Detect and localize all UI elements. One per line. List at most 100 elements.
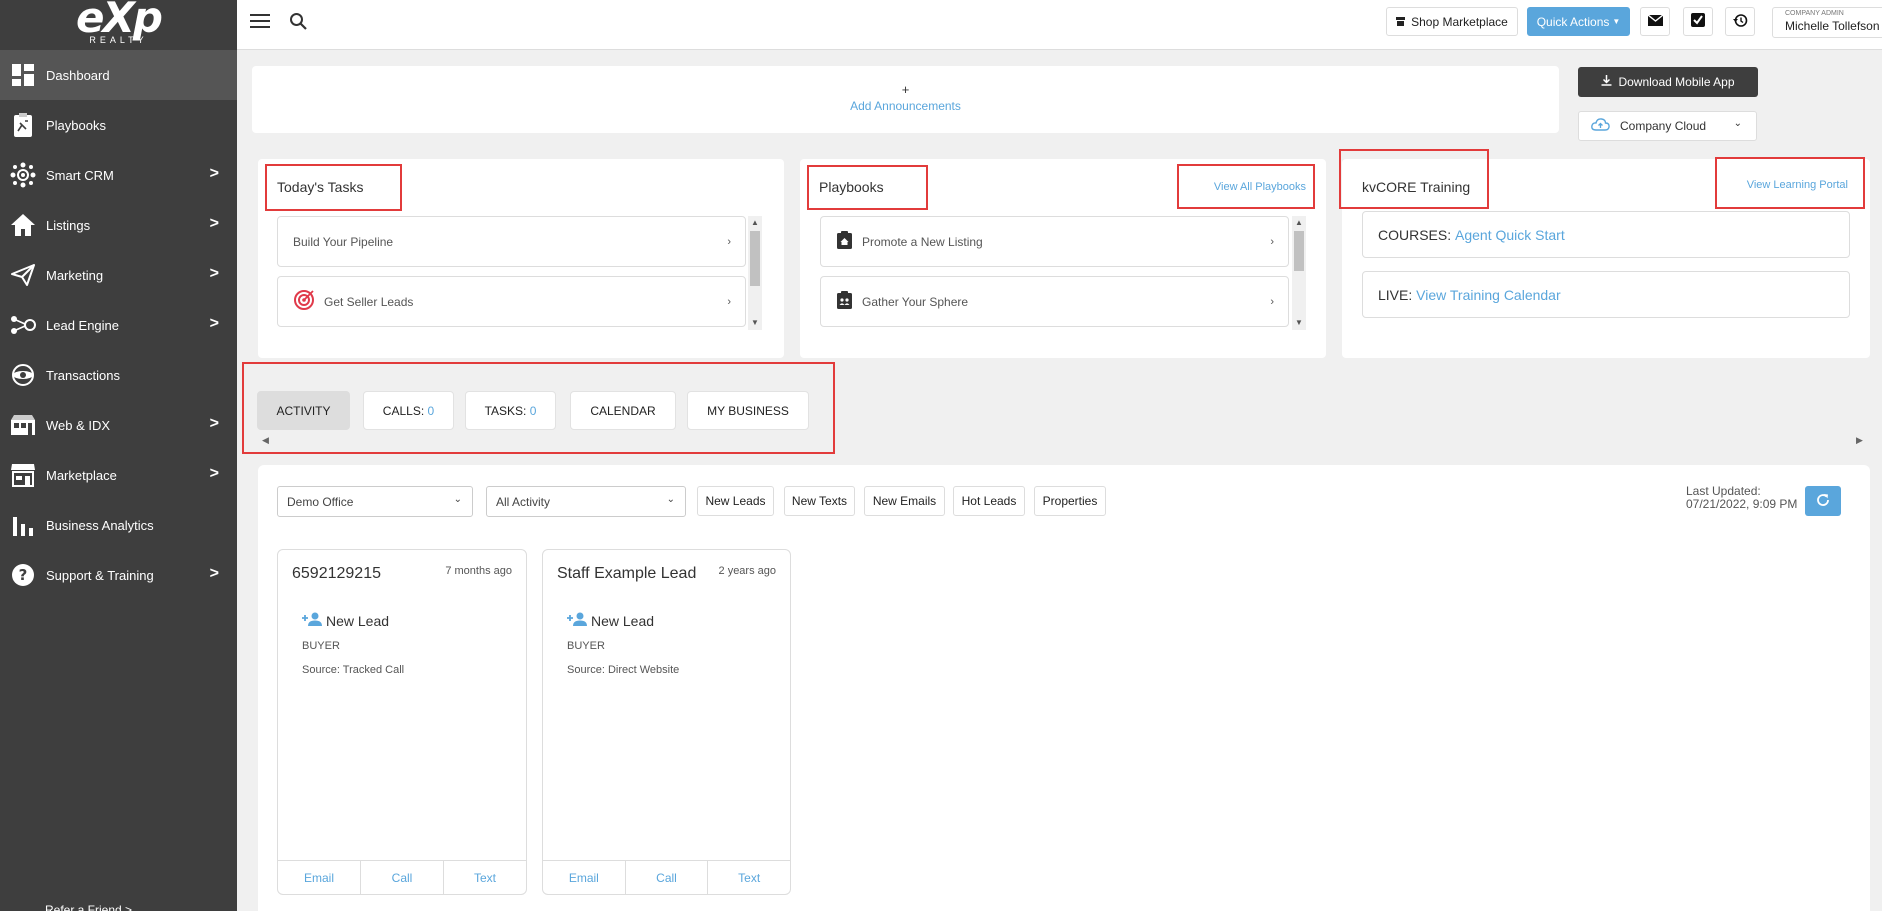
sidebar-item-transactions[interactable]: Transactions [0,350,237,400]
agent-quick-start-link[interactable]: Agent Quick Start [1455,227,1565,243]
email-icon-button[interactable] [1640,7,1670,36]
task-get-seller-leads[interactable]: Get Seller Leads › [277,276,746,327]
lead-time: 7 months ago [445,565,512,577]
clipboard-people-icon [837,291,852,312]
highlight-box-activity-tabs [242,362,835,454]
logo-sub: REALTY [89,35,148,45]
sidebar-item-label: Marketing [46,267,104,283]
lead-type: BUYER [302,640,340,652]
playbook-promote-listing[interactable]: Promote a New Listing › [820,216,1289,267]
chevron-right-icon: › [1270,235,1274,248]
highlight-box-view-all-playbooks [1177,164,1315,209]
sidebar-item-marketing[interactable]: Marketing > [0,250,237,300]
filter-hot-leads-button[interactable]: Hot Leads [953,486,1025,516]
hamburger-icon[interactable] [250,13,270,32]
quick-actions-button[interactable]: Quick Actions ▼ [1527,7,1630,36]
sidebar-item-label: Support & Training [46,567,154,583]
filter-new-texts-button[interactable]: New Texts [784,486,855,516]
add-announcements-link[interactable]: Add Announcements [252,99,1559,113]
lead-text-button[interactable]: Text [708,861,790,894]
cloud-upload-icon [1591,118,1610,134]
sidebar-item-support-training[interactable]: ? Support & Training > [0,550,237,600]
lead-card[interactable]: 6592129215 7 months ago New Lead BUYER S… [277,549,527,895]
download-icon [1601,75,1612,89]
checkbox-icon [1691,13,1705,30]
sidebar-item-label: Transactions [46,367,120,383]
svg-text:?: ? [19,566,28,584]
filter-properties-button[interactable]: Properties [1034,486,1106,516]
training-live-row: LIVE: View Training Calendar [1362,271,1850,318]
sidebar-item-smart-crm[interactable]: Smart CRM > [0,150,237,200]
lead-call-button[interactable]: Call [361,861,444,894]
user-menu[interactable]: COMPANY ADMIN Michelle Tollefson [1772,7,1882,38]
chevron-right-icon: > [209,415,219,432]
chevron-right-icon: > [209,465,219,482]
home-icon [0,213,46,237]
transactions-icon [0,363,46,387]
playbook-gather-sphere[interactable]: Gather Your Sphere › [820,276,1289,327]
refer-a-friend-link[interactable]: Refer a Friend > [45,903,132,911]
highlight-box-playbooks [807,165,928,210]
lead-text-button[interactable]: Text [444,861,526,894]
last-updated: Last Updated: 07/21/2022, 9:09 PM [1686,484,1798,511]
help-icon: ? [0,563,46,587]
chevron-down-icon: ⌄ [666,494,675,505]
sidebar-item-label: Dashboard [46,67,110,83]
lead-actions: Email Call Text [278,860,526,894]
download-mobile-app-button[interactable]: Download Mobile App [1578,67,1758,97]
activity-select[interactable]: All Activity ⌄ [486,486,686,517]
lead-type: BUYER [567,640,605,652]
sidebar-item-web-idx[interactable]: Web & IDX > [0,400,237,450]
sidebar-item-label: Lead Engine [46,317,120,333]
playbooks-scrollbar[interactable]: ▲ ▼ [1292,216,1306,330]
sidebar-item-label: Smart CRM [46,167,114,183]
add-person-icon [567,612,587,630]
tabs-scroll-right-icon[interactable]: ▶ [1856,435,1863,446]
exp-realty-logo[interactable]: eXp REALTY [0,0,237,50]
sidebar-item-dashboard[interactable]: Dashboard [0,50,237,100]
history-icon [1732,13,1748,31]
view-training-calendar-link[interactable]: View Training Calendar [1416,287,1561,303]
user-role: COMPANY ADMIN [1785,10,1844,17]
search-icon[interactable] [289,12,308,34]
lead-email-button[interactable]: Email [278,861,361,894]
office-select[interactable]: Demo Office ⌄ [277,486,473,517]
chevron-down-icon: ⌄ [453,494,462,505]
add-announcement-plus[interactable]: + [252,82,1559,97]
filter-new-emails-button[interactable]: New Emails [864,486,945,516]
refresh-button[interactable] [1805,486,1841,516]
chevron-right-icon: > [209,265,219,282]
training-courses-row: COURSES: Agent Quick Start [1362,211,1850,258]
company-cloud-dropdown[interactable]: Company Cloud ⌄ [1578,111,1757,141]
paper-plane-icon [0,263,46,287]
logo-main: eXp [76,0,163,42]
lead-email-button[interactable]: Email [543,861,626,894]
lead-name: Staff Example Lead [557,565,697,582]
filter-new-leads-button[interactable]: New Leads [697,486,774,516]
dashboard-icon [0,63,46,87]
sidebar-item-label: Listings [46,217,91,233]
sidebar-item-business-analytics[interactable]: Business Analytics [0,500,237,550]
history-icon-button[interactable] [1725,7,1755,36]
lead-time: 2 years ago [718,565,776,577]
chevron-right-icon: > [209,165,219,182]
lead-call-button[interactable]: Call [626,861,709,894]
sidebar-item-lead-engine[interactable]: Lead Engine > [0,300,237,350]
highlight-box-kvcore-training [1339,149,1489,209]
sidebar-item-listings[interactable]: Listings > [0,200,237,250]
user-name: Michelle Tollefson [1785,19,1880,33]
web-idx-icon [0,414,46,436]
tasks-scrollbar[interactable]: ▲ ▼ [748,216,762,330]
add-person-icon [302,612,322,630]
clipboard-home-icon [837,231,852,252]
sidebar-item-marketplace[interactable]: Marketplace > [0,450,237,500]
lead-card[interactable]: Staff Example Lead 2 years ago New Lead … [542,549,791,895]
sidebar-item-playbooks[interactable]: Playbooks [0,100,237,150]
tasks-icon-button[interactable] [1683,7,1713,36]
sidebar-item-label: Business Analytics [46,517,154,533]
lead-name: 6592129215 [292,565,381,582]
shop-marketplace-button[interactable]: Shop Marketplace [1386,7,1518,36]
task-build-pipeline[interactable]: Build Your Pipeline › [277,216,746,267]
sidebar-item-label: Playbooks [46,117,106,133]
refresh-icon [1816,493,1830,510]
